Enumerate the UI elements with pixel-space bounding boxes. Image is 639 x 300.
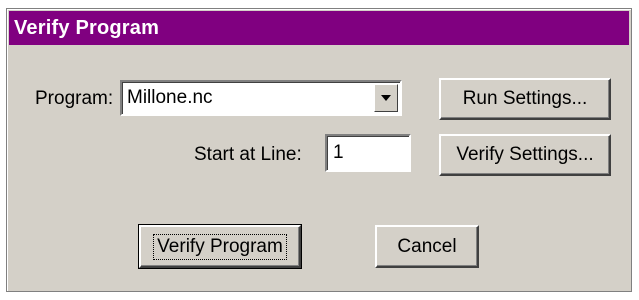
program-label: Program:	[35, 88, 114, 109]
start-line-input[interactable]: 1	[325, 134, 411, 172]
verify-program-dialog: Verify Program Program: Millone.nc Run S…	[6, 8, 632, 292]
start-line-value: 1	[333, 142, 344, 163]
run-settings-button[interactable]: Run Settings...	[439, 78, 611, 120]
cancel-button[interactable]: Cancel	[375, 225, 479, 268]
dialog-title: Verify Program	[14, 16, 160, 39]
start-line-label: Start at Line:	[194, 144, 302, 165]
program-dropdown-button[interactable]	[374, 84, 398, 112]
verify-settings-button[interactable]: Verify Settings...	[439, 134, 611, 176]
chevron-down-icon	[381, 95, 391, 101]
title-bar[interactable]: Verify Program	[9, 11, 629, 45]
cancel-label: Cancel	[397, 235, 457, 257]
run-settings-label: Run Settings...	[462, 88, 588, 109]
verify-program-label: Verify Program	[153, 233, 287, 260]
verify-settings-label: Verify Settings...	[456, 144, 594, 165]
program-select-value: Millone.nc	[127, 87, 213, 108]
program-select[interactable]: Millone.nc	[120, 80, 402, 116]
verify-program-button[interactable]: Verify Program	[138, 224, 302, 269]
